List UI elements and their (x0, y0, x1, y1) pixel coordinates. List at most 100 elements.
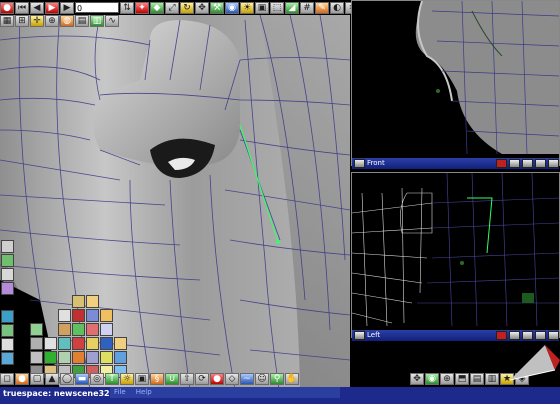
deform-icon[interactable]: ∿ (105, 15, 119, 27)
light-icon[interactable]: ☀ (240, 1, 254, 14)
cylinder-icon[interactable]: ◯ (60, 373, 74, 385)
eye-icon[interactable]: ◉ (425, 373, 439, 385)
palette-icon[interactable] (1, 352, 14, 365)
spin-icon[interactable]: ⇅ (120, 1, 134, 14)
view-mode-icon[interactable] (509, 331, 520, 340)
pan-icon[interactable] (522, 159, 533, 168)
pan-icon[interactable] (522, 331, 533, 340)
coords-icon[interactable]: ⊕ (45, 15, 59, 27)
palette-icon[interactable] (58, 309, 71, 322)
rotate-view-icon[interactable] (548, 331, 559, 340)
palette-icon[interactable] (72, 295, 85, 308)
camera-icon[interactable]: ▣ (255, 1, 269, 14)
palette-icon[interactable] (58, 337, 71, 350)
texture-icon[interactable]: ▥ (90, 15, 104, 27)
side-view-icon[interactable]: ▥ (485, 373, 499, 385)
perspective-icon[interactable]: ⬒ (455, 373, 469, 385)
lathe-icon[interactable]: ⟳ (195, 373, 209, 385)
object-tool-icon[interactable]: ◆ (150, 1, 164, 14)
tool-icon[interactable]: ⚒ (210, 1, 224, 14)
palette-icon[interactable] (114, 337, 127, 350)
navigate-icon[interactable]: ✥ (410, 373, 424, 385)
palette-icon[interactable] (1, 268, 14, 281)
palette-icon[interactable] (72, 351, 85, 364)
bevel-icon[interactable]: ◢ (285, 1, 299, 14)
palette-icon[interactable] (86, 309, 99, 322)
render-icon[interactable]: ◉ (225, 1, 239, 14)
text-icon[interactable]: T (105, 373, 119, 385)
view-icon[interactable]: ◐ (330, 1, 344, 14)
record-icon[interactable]: ● (210, 373, 224, 385)
keyframe-icon[interactable]: ◇ (225, 373, 239, 385)
palette-icon[interactable] (72, 337, 85, 350)
sweep-icon[interactable]: ⬚ (270, 1, 284, 14)
left-viewport[interactable]: Left (351, 172, 560, 341)
helix-icon[interactable]: § (150, 373, 164, 385)
select-icon[interactable]: ✦ (135, 1, 149, 14)
palette-icon[interactable] (72, 323, 85, 336)
palette-icon[interactable] (30, 323, 43, 336)
palette-icon[interactable] (30, 351, 43, 364)
snap-icon[interactable]: ⊞ (15, 15, 29, 27)
axis-icon[interactable]: ✛ (30, 15, 44, 27)
zoom-view-icon[interactable]: ⊕ (440, 373, 454, 385)
cone-icon[interactable]: ▲ (45, 373, 59, 385)
move-icon[interactable]: ✥ (195, 1, 209, 14)
palette-icon[interactable] (1, 338, 14, 351)
palette-icon[interactable] (1, 240, 14, 253)
torus-icon[interactable]: ◎ (90, 373, 104, 385)
sphere-icon[interactable]: ● (15, 373, 29, 385)
light-bulb-icon[interactable]: ☼ (120, 373, 134, 385)
palette-icon[interactable] (86, 295, 99, 308)
palette-icon[interactable] (86, 337, 99, 350)
path-icon[interactable]: ~ (240, 373, 254, 385)
hand-icon[interactable]: ✋ (285, 373, 299, 385)
rotate-view-icon[interactable] (548, 159, 559, 168)
left-view-render[interactable] (351, 172, 560, 327)
palette-icon[interactable] (100, 351, 113, 364)
palette-icon[interactable] (1, 310, 14, 323)
palette-icon[interactable] (72, 309, 85, 322)
front-viewport-titlebar[interactable]: Front (352, 158, 559, 169)
palette-icon[interactable] (100, 337, 113, 350)
zoom-icon[interactable] (535, 159, 546, 168)
cube-icon[interactable]: ▢ (30, 373, 44, 385)
palette-icon[interactable] (58, 351, 71, 364)
mesh-icon[interactable]: # (300, 1, 314, 14)
palette-icon[interactable] (1, 282, 14, 295)
palette-icon[interactable] (114, 351, 127, 364)
palette-icon[interactable] (44, 351, 57, 364)
red-circle-icon[interactable]: ● (0, 1, 14, 14)
next-frame-icon[interactable]: ▶ (60, 1, 74, 14)
boolean-icon[interactable]: ∪ (165, 373, 179, 385)
palette-icon[interactable] (1, 324, 14, 337)
palette-icon[interactable] (100, 323, 113, 336)
camera-obj-icon[interactable]: ▣ (135, 373, 149, 385)
palette-icon[interactable] (44, 337, 57, 350)
bones-icon[interactable]: ⚲ (270, 373, 284, 385)
palette-icon[interactable] (30, 337, 43, 350)
material-icon[interactable]: ◍ (60, 15, 74, 27)
front-viewport[interactable]: Front (351, 0, 560, 169)
front-view-icon[interactable]: ▤ (470, 373, 484, 385)
palette-icon[interactable] (86, 351, 99, 364)
palette-icon[interactable] (86, 323, 99, 336)
viewport-menu-icon[interactable] (354, 159, 365, 168)
frame-input[interactable]: 0 (75, 2, 119, 13)
view-mode-icon[interactable] (509, 159, 520, 168)
extrude-icon[interactable]: ⇧ (180, 373, 194, 385)
object-icon[interactable]: ◻ (0, 373, 14, 385)
grid-icon[interactable]: ▦ (0, 15, 14, 27)
plane-icon[interactable]: ▬ (75, 373, 89, 385)
menu-file[interactable]: File (114, 387, 126, 398)
reset-icon[interactable]: ⏮ (15, 1, 29, 14)
close-icon[interactable] (496, 159, 507, 168)
rotate-icon[interactable]: ↻ (180, 1, 194, 14)
play-icon[interactable]: ▶ (45, 1, 59, 14)
scale-icon[interactable]: ⤢ (165, 1, 179, 14)
front-view-render[interactable] (352, 0, 560, 155)
prev-frame-icon[interactable]: ◀ (30, 1, 44, 14)
close-icon[interactable] (496, 331, 507, 340)
zoom-icon[interactable] (535, 331, 546, 340)
axis-widget[interactable] (505, 340, 560, 385)
